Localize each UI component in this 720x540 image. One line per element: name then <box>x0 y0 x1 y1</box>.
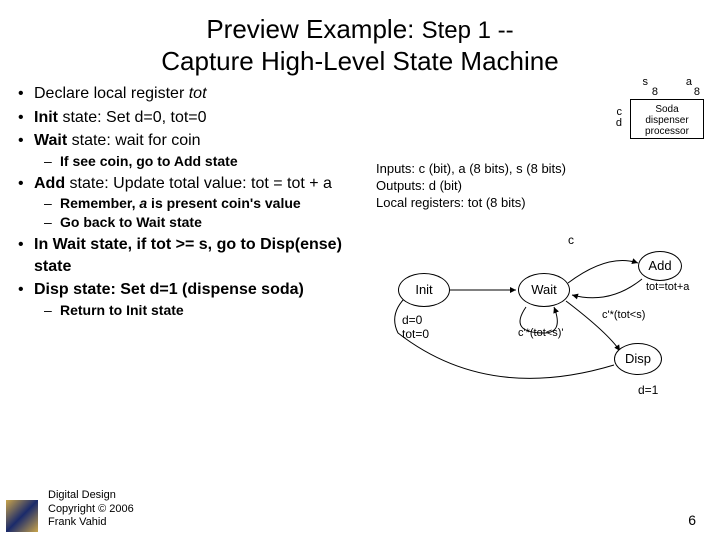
processor-label: Soda dispenser processor <box>645 104 689 137</box>
edge-cprime2: c'*(tot<s) <box>602 309 645 321</box>
bullet-1: Declare local register tot <box>18 83 358 105</box>
action-disp: d=1 <box>638 383 658 397</box>
signal-a: a <box>686 77 692 88</box>
bullet-6: Disp state: Set d=1 (dispense soda) Retu… <box>18 279 358 319</box>
bullet-3-sub1: If see coin, go to Add state <box>34 152 358 171</box>
bullet-2: Init state: Set d=0, tot=0 <box>18 107 358 129</box>
state-disp: Disp <box>614 343 662 375</box>
content-area: Declare local register tot Init state: S… <box>0 77 720 322</box>
action-tot: tot=tot+a <box>646 281 689 293</box>
footer-text: Digital Design Copyright © 2006 Frank Va… <box>48 489 134 530</box>
fsm-diagram: Init Wait Add Disp c tot=tot+a c'*(tot<s… <box>358 233 710 322</box>
io-spec: Inputs: c (bit), a (8 bits), s (8 bits) … <box>376 161 566 212</box>
edge-c: c <box>568 233 574 247</box>
io-outputs: Outputs: d (bit) <box>376 178 566 195</box>
bus-width-a: 8 <box>694 87 700 98</box>
title-line2: Capture High-Level State Machine <box>161 46 558 76</box>
title-line1b: Step 1 -- <box>422 17 514 44</box>
page-number: 6 <box>688 512 696 528</box>
bullet-6-sub1: Return to Init state <box>34 301 358 320</box>
io-locals: Local registers: tot (8 bits) <box>376 195 566 212</box>
diagram-area: s a 8 8 cd Soda dispenser processor Inpu… <box>358 83 710 322</box>
state-init: Init <box>398 273 450 307</box>
state-add: Add <box>638 251 682 281</box>
io-inputs: Inputs: c (bit), a (8 bits), s (8 bits) <box>376 161 566 178</box>
logo-icon <box>6 500 38 532</box>
slide-title: Preview Example: Step 1 -- Capture High-… <box>0 0 720 77</box>
bus-width-s: 8 <box>652 87 658 98</box>
edge-cprime: c'*(tot<s)' <box>518 327 563 339</box>
bullet-4-sub2: Go back to Wait state <box>34 213 358 232</box>
processor-box: Soda dispenser processor <box>630 99 704 139</box>
signal-cd: cd <box>616 107 622 129</box>
signal-s: s <box>643 77 649 88</box>
bullet-list: Declare local register tot Init state: S… <box>18 83 358 322</box>
bullet-4: Add state: Update total value: tot = tot… <box>18 173 358 232</box>
bullet-5: In Wait state, if tot >= s, go to Disp(e… <box>18 234 358 277</box>
bullet-3: Wait state: wait for coin If see coin, g… <box>18 130 358 170</box>
bullet-4-sub1: Remember, a is present coin's value <box>34 194 358 213</box>
state-wait: Wait <box>518 273 570 307</box>
action-init: d=0tot=0 <box>402 313 429 341</box>
title-line1a: Preview Example: <box>206 14 421 44</box>
